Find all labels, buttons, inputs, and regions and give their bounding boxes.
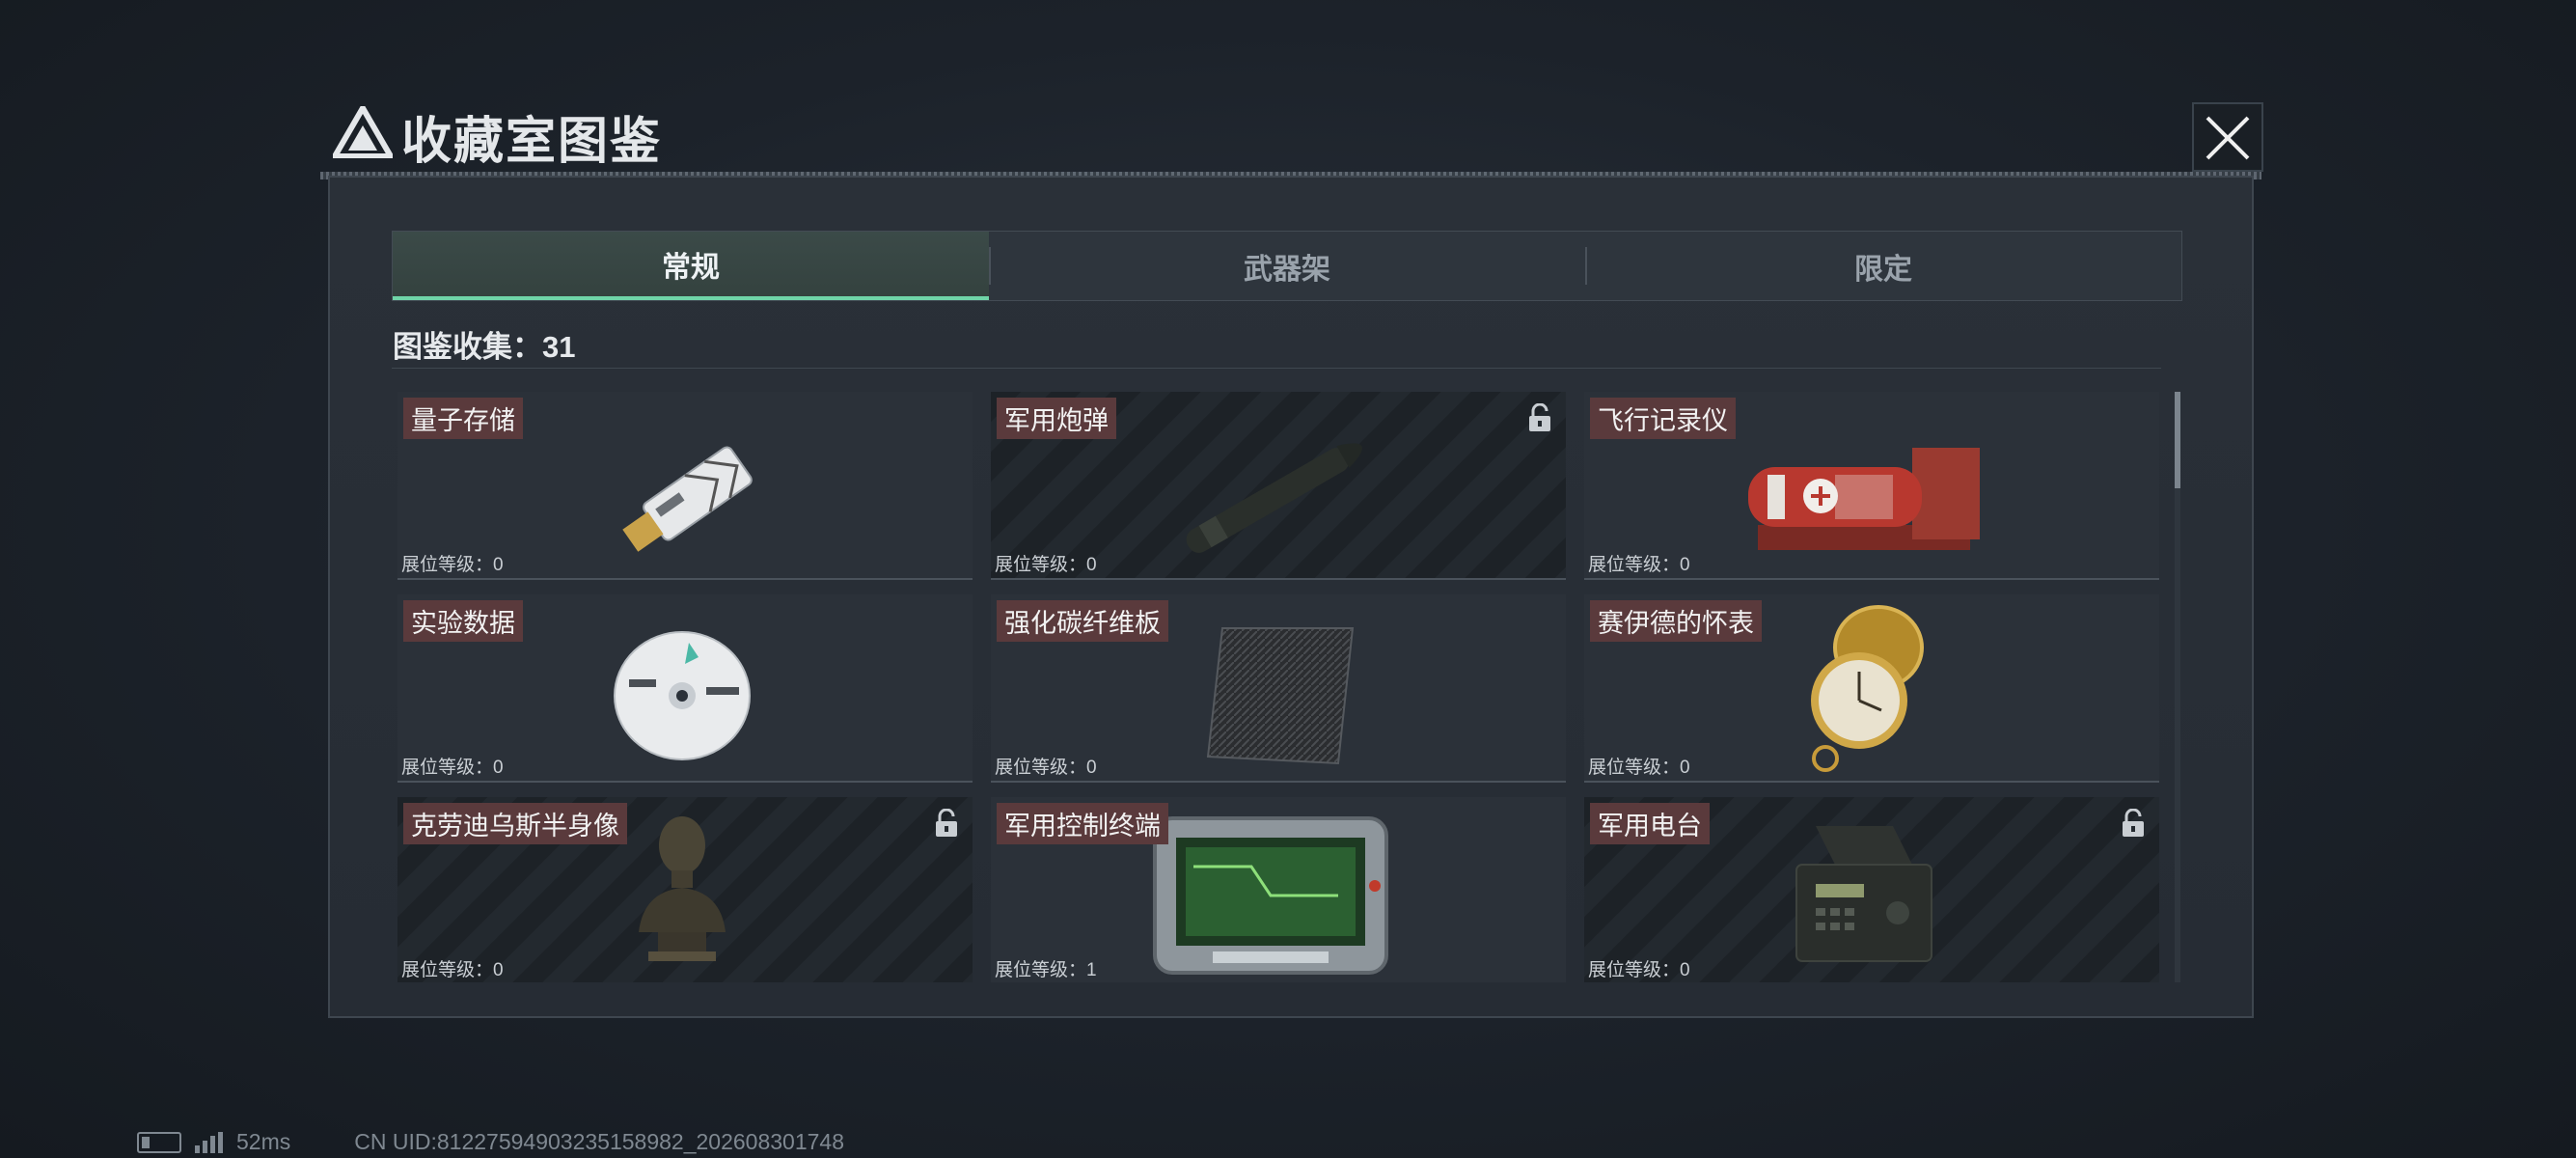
artillery-shell-icon	[1186, 443, 1362, 553]
card-experiment-data[interactable]: 实验数据 展位等级：0	[397, 594, 973, 783]
card-level: 展位等级：0	[995, 758, 1097, 778]
card-carbon-plate[interactable]: 强化碳纤维板 展位等级：0	[991, 594, 1566, 783]
tab-regular[interactable]: 常规	[393, 232, 989, 300]
card-level: 展位等级：0	[401, 555, 504, 575]
lock-icon	[1529, 403, 1550, 431]
card-label: 强化碳纤维板	[997, 600, 1168, 642]
tab-limited[interactable]: 限定	[1585, 232, 2181, 300]
divider	[392, 368, 2161, 369]
card-quantum-storage[interactable]: 量子存储 展位等级：0	[397, 392, 973, 580]
card-label: 克劳迪乌斯半身像	[403, 803, 627, 844]
card-military-radio[interactable]: 军用电台 展位等级：0	[1584, 797, 2159, 982]
radio-icon	[1795, 826, 1932, 962]
card-label: 飞行记录仪	[1590, 398, 1736, 439]
carbon-plate-icon	[1206, 627, 1355, 765]
card-artillery-shell[interactable]: 军用炮弹 展位等级：0	[991, 392, 1566, 580]
close-icon	[2206, 116, 2250, 160]
card-label: 赛伊德的怀表	[1590, 600, 1762, 642]
card-level: 展位等级：0	[1588, 960, 1690, 980]
signal-icon	[195, 1131, 223, 1153]
tab-bar: 常规 武器架 限定	[392, 231, 2182, 301]
collection-count-value: 31	[542, 330, 576, 364]
scroll-thumb[interactable]	[2175, 392, 2180, 488]
close-button[interactable]	[2192, 102, 2263, 172]
bust-icon	[639, 816, 726, 961]
card-level: 展位等级：1	[995, 960, 1097, 980]
lock-icon	[2123, 809, 2144, 837]
ping-text: 52ms	[236, 1129, 291, 1154]
tab-weapon-rack[interactable]: 武器架	[989, 232, 1585, 300]
card-label: 实验数据	[403, 600, 523, 642]
page-title: 收藏室图鉴	[401, 114, 663, 170]
control-terminal-icon	[1153, 816, 1388, 975]
item-grid: 量子存储 展位等级：0 军用炮弹 展位等级：0 飞行记录仪 展位等级：0 实验数…	[397, 392, 2159, 982]
lock-icon	[936, 809, 957, 837]
flight-recorder-icon	[1748, 448, 1980, 550]
card-label: 军用电台	[1590, 803, 1710, 844]
card-control-terminal[interactable]: 军用控制终端 展位等级：1	[991, 797, 1566, 982]
usb-drive-icon	[622, 446, 753, 552]
card-flight-recorder[interactable]: 飞行记录仪 展位等级：0	[1584, 392, 2159, 580]
collection-count-label: 图鉴收集：	[393, 330, 542, 364]
card-level: 展位等级：0	[1588, 758, 1690, 778]
disc-icon	[614, 631, 751, 760]
card-level: 展位等级：0	[1588, 555, 1690, 575]
collection-count: 图鉴收集：31	[393, 322, 575, 366]
card-level: 展位等级：0	[401, 758, 504, 778]
scrollbar[interactable]	[2175, 392, 2180, 982]
uid-text: CN UID:81227594903235158982_202608301748	[354, 1129, 844, 1154]
card-label: 量子存储	[403, 398, 523, 439]
card-label: 军用控制终端	[997, 803, 1168, 844]
card-level: 展位等级：0	[995, 555, 1097, 575]
card-pocket-watch[interactable]: 赛伊德的怀表 展位等级：0	[1584, 594, 2159, 783]
card-label: 军用炮弹	[997, 398, 1116, 439]
card-claudius-bust[interactable]: 克劳迪乌斯半身像 展位等级：0	[397, 797, 973, 982]
logo-icon	[333, 106, 393, 158]
card-level: 展位等级：0	[401, 960, 504, 980]
pocket-watch-icon	[1811, 605, 1924, 772]
battery-icon	[137, 1131, 181, 1153]
status-bar: 52ms CN UID:81227594903235158982_2026083…	[137, 1129, 844, 1155]
